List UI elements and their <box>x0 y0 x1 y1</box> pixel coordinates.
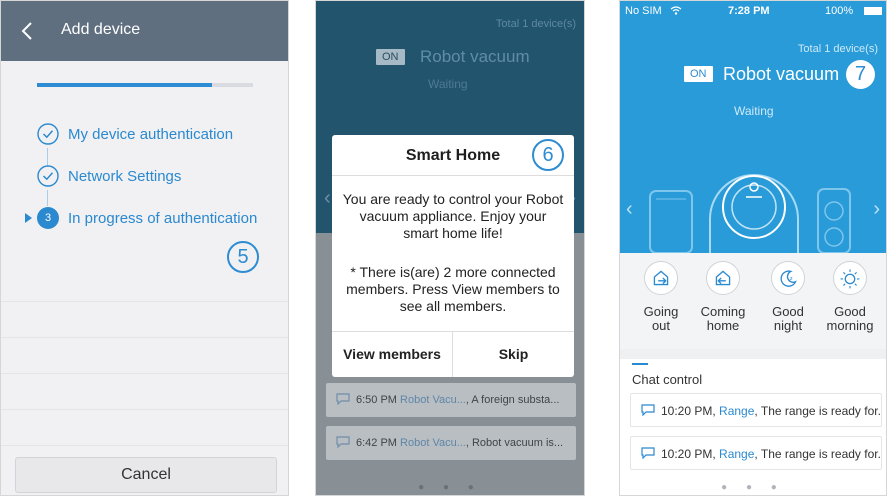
page-title: Add device <box>61 21 141 38</box>
chat-bubble-icon <box>336 393 350 405</box>
chat-sender: Robot Vacu... <box>400 437 466 449</box>
chat-sender: Range <box>719 404 755 418</box>
smart-home-dialog: Smart Home 6 You are ready to control yo… <box>332 135 574 377</box>
app-bar: Add device <box>1 1 288 61</box>
step-label: Network Settings <box>68 168 182 185</box>
robot-vacuum-illustration-icon <box>649 174 851 253</box>
battery-icon <box>864 7 882 15</box>
chat-time: 6:42 PM <box>356 437 397 449</box>
chat-text: , A foreign substa... <box>465 394 560 406</box>
chat-time: 10:20 PM <box>661 404 713 418</box>
mode-label: home <box>706 318 740 333</box>
step-label: In progress of authentication <box>68 210 258 227</box>
chat-sender: Range <box>719 447 755 461</box>
section-separator <box>620 349 886 359</box>
device-control-screen: No SIM 7:28 PM 100% Total 1 device(s) ON… <box>619 0 887 496</box>
chat-time: 6:50 PM <box>356 394 397 406</box>
chat-bubble-icon <box>641 404 655 416</box>
carrier-status: No SIM <box>625 5 662 17</box>
mode-good-morning[interactable]: Good morning <box>820 261 880 333</box>
mode-coming-home[interactable]: Coming home <box>693 261 753 333</box>
mode-label: Going <box>643 304 679 319</box>
going-out-icon <box>644 261 678 295</box>
check-circle-icon <box>37 165 59 187</box>
dialog-message: You are ready to control your Robot vacu… <box>342 191 564 241</box>
chat-item[interactable]: 6:42 PM Robot Vacu..., Robot vacuum is..… <box>326 426 576 460</box>
mode-label: Good <box>834 304 866 319</box>
step-number-badge: 3 <box>37 207 59 229</box>
battery-percent: 100% <box>825 5 854 17</box>
chat-section-title: Chat control <box>632 372 703 387</box>
mode-label: out <box>651 318 671 333</box>
chat-sender: Robot Vacu... <box>400 394 466 406</box>
callout-number: 7 <box>846 60 875 89</box>
callout-number: 5 <box>227 241 259 273</box>
mode-label: morning <box>826 318 874 333</box>
good-night-icon: z <box>771 261 805 295</box>
page-indicator: ● ● ● <box>721 482 785 493</box>
mode-going-out[interactable]: Going out <box>631 261 691 333</box>
page-indicator: ● ● ● <box>418 482 482 493</box>
cancel-button[interactable]: Cancel <box>15 457 277 493</box>
chevron-right-icon[interactable]: › <box>873 198 880 221</box>
device-count: Total 1 device(s) <box>495 18 576 30</box>
device-name: Robot vacuum <box>420 47 530 66</box>
mode-label: Good <box>772 304 804 319</box>
skip-button[interactable]: Skip <box>453 332 574 377</box>
back-arrow-icon[interactable] <box>17 19 39 43</box>
chat-item[interactable]: 6:50 PM Robot Vacu..., A foreign substa.… <box>326 383 576 417</box>
add-device-screen: Add device My device authentication Netw… <box>0 0 289 496</box>
chat-item[interactable]: 10:20 PM, Range, The range is ready for.… <box>630 393 882 427</box>
good-morning-icon <box>833 261 867 295</box>
chat-time: 10:20 PM <box>661 447 713 461</box>
check-circle-icon <box>37 123 59 145</box>
device-status: Waiting <box>734 104 774 118</box>
device-name: Robot vacuum <box>723 64 840 84</box>
device-count: Total 1 device(s) <box>797 43 878 55</box>
device-status: Waiting <box>428 77 468 91</box>
dialog-divider <box>332 175 574 176</box>
chat-text: , The range is ready for... <box>754 447 882 461</box>
chevron-left-icon[interactable]: ‹ <box>626 198 633 221</box>
step-label: My device authentication <box>68 126 234 143</box>
on-badge: ON <box>684 66 713 82</box>
callout-number: 6 <box>532 139 564 171</box>
on-badge: ON <box>376 49 405 65</box>
status-time: 7:28 PM <box>728 5 770 17</box>
step-connector <box>47 148 48 166</box>
svg-text:z: z <box>790 276 793 282</box>
chat-text: , The range is ready for... <box>754 404 882 418</box>
view-members-button[interactable]: View members <box>332 332 452 377</box>
chat-bubble-icon <box>336 436 350 448</box>
device-header: No SIM 7:28 PM 100% Total 1 device(s) ON… <box>620 1 886 253</box>
mode-bar: Going out Coming home z Good night Good … <box>620 253 886 349</box>
mode-label: night <box>773 318 803 333</box>
progress-bar-fill <box>37 83 212 87</box>
chat-bubble-icon <box>641 447 655 459</box>
chat-item[interactable]: 10:20 PM, Range, The range is ready for.… <box>630 436 882 470</box>
chat-text: , Robot vacuum is... <box>465 437 564 449</box>
coming-home-icon <box>706 261 740 295</box>
section-indicator <box>632 363 648 365</box>
step-connector <box>47 190 48 206</box>
progress-bar <box>37 83 253 87</box>
wifi-icon <box>670 6 682 15</box>
chevron-left-icon[interactable]: ‹ <box>324 187 331 210</box>
mode-good-night[interactable]: z Good night <box>758 261 818 333</box>
smart-home-dialog-screen: Total 1 device(s) ON Robot vacuum Waitin… <box>315 0 585 496</box>
dialog-note: * There is(are) 2 more connected members… <box>346 264 560 314</box>
current-step-arrow-icon <box>25 213 32 223</box>
mode-label: Coming <box>700 304 746 319</box>
